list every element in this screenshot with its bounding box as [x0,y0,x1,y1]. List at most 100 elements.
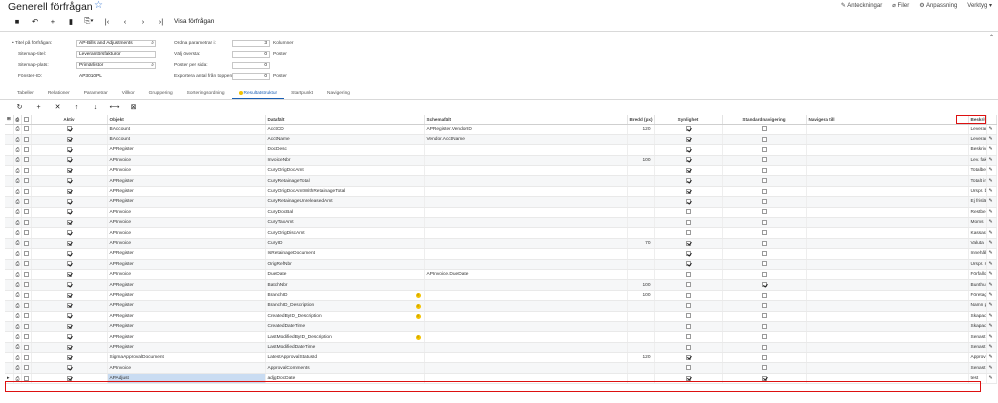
edit-caption-icon[interactable]: ✎ [986,300,997,312]
active-checkbox[interactable] [31,196,108,208]
attachment-icon[interactable]: ⎙ [13,196,22,208]
caption-cell[interactable]: Totalt inn... [968,175,987,187]
caption-cell[interactable]: Beskrivning [968,144,987,156]
edit-caption-icon[interactable]: ✎ [986,175,997,187]
attachment-icon[interactable]: ⎙ [13,227,22,239]
row-select-checkbox[interactable] [21,290,32,302]
object-cell[interactable]: APRegister [107,342,266,354]
caption-cell[interactable]: Senast k... [968,362,987,374]
table-row[interactable]: ⎙ APRegisterIsRetainageDocument Innehålle.… [5,248,997,260]
caption-cell[interactable]: Senast ä... [968,342,987,354]
row-select-checkbox[interactable] [21,165,32,177]
data-field-cell[interactable]: BranchID_Description! [265,300,425,312]
edit-caption-icon[interactable]: ✎ [986,342,997,354]
default-nav-checkbox[interactable] [722,311,807,322]
default-nav-checkbox[interactable] [722,331,807,343]
default-nav-checkbox[interactable] [722,217,807,229]
visible-checkbox[interactable] [654,134,723,146]
object-cell[interactable]: APRegister [107,186,266,198]
visible-checkbox[interactable] [654,227,723,239]
add-row-icon[interactable]: + [29,104,48,111]
caption-cell[interactable]: Namn på ... [968,300,987,312]
active-checkbox[interactable] [31,362,108,374]
attachment-icon[interactable]: ⎙ [13,207,22,219]
row-select-checkbox[interactable] [21,279,32,291]
attachment-icon[interactable]: ⎙ [13,259,22,270]
edit-caption-icon[interactable]: ✎ [986,238,997,250]
data-field-cell[interactable]: DueDate [265,269,425,281]
tab-result-structure[interactable]: Resultatstruktur [231,89,285,99]
edit-caption-icon[interactable]: ✎ [986,155,997,167]
navigate-to-cell[interactable] [806,290,969,302]
table-row[interactable]: ⎙ APRegisterLastModifiedDateTime Senast ä.… [5,342,997,354]
undo-icon[interactable]: ↶ [26,17,44,26]
previous-record-icon[interactable]: ‹ [116,17,134,26]
last-record-icon[interactable]: ›| [152,17,170,26]
fit-columns-icon[interactable]: ⟷ [105,103,124,111]
object-cell[interactable]: APRegister [107,144,266,156]
navigate-to-cell[interactable] [806,165,969,177]
navigate-to-cell[interactable] [806,311,969,322]
default-nav-checkbox[interactable] [722,259,807,270]
object-cell[interactable]: APInvoice [107,155,266,167]
table-row[interactable]: ⎙ APRegister LastModifiedByID_Description!… [5,331,997,343]
visible-checkbox[interactable] [654,144,723,156]
active-checkbox[interactable] [31,269,108,281]
data-field-cell[interactable]: CuryOrigDocAmt [265,165,425,177]
object-cell[interactable]: APRegister [107,311,266,322]
visible-checkbox[interactable] [654,331,723,343]
attachment-icon[interactable]: ⎙ [13,290,22,302]
refresh-icon[interactable]: ↻ [10,103,29,111]
width-cell[interactable] [627,134,655,146]
visible-checkbox[interactable] [654,155,723,167]
active-checkbox[interactable] [31,165,108,177]
attachment-icon[interactable]: ⎙ [13,186,22,198]
copy-paste-icon[interactable]: ⎘▾ [80,16,98,26]
caption-cell[interactable]: Approval... [968,352,987,364]
edit-caption-icon[interactable]: ✎ [986,279,997,291]
table-row[interactable]: ⎙ APRegister CreatedByID_Description! Skapa… [5,311,997,322]
row-select-checkbox[interactable] [21,300,32,312]
active-checkbox[interactable] [31,186,108,198]
edit-caption-icon[interactable]: ✎ [986,144,997,156]
attachment-icon[interactable]: ⎙ [13,217,22,229]
active-checkbox[interactable] [31,227,108,239]
files-link[interactable]: ⌀ Filer [892,2,909,9]
caption-cell[interactable]: Totalbelopp [968,165,987,177]
schema-field-cell[interactable] [424,259,628,270]
schema-field-cell[interactable] [424,144,628,156]
export-excel-icon[interactable]: ⊠ [124,103,143,111]
table-row[interactable]: ▸ ⎙ APAdjust adjgDocDate test ✎ [5,373,997,385]
col-data-field[interactable]: Datafält [265,115,425,125]
schema-field-cell[interactable] [424,155,628,167]
table-row[interactable]: ⎙ BAccount AcctCD APRegister.VendorID 120 Lev… [5,124,997,135]
navigate-to-cell[interactable] [806,300,969,312]
object-cell[interactable]: BAccount [107,134,266,146]
width-cell[interactable]: 120 [627,124,655,135]
active-checkbox[interactable] [31,311,108,322]
schema-field-cell[interactable] [424,290,628,302]
data-field-cell[interactable]: DocDesc [265,144,425,156]
caption-cell[interactable]: Kassarab... [968,227,987,239]
caption-cell[interactable]: Senast ä... [968,331,987,343]
width-cell[interactable] [627,207,655,219]
object-cell[interactable]: APRegister [107,196,266,208]
tab-navigation[interactable]: Navigering [320,89,357,99]
width-cell[interactable] [627,373,655,385]
edit-caption-icon[interactable]: ✎ [986,259,997,270]
table-row[interactable]: ⎙ APRegister CuryOrigDocAmtWithRetainageTo… [5,186,997,198]
table-row[interactable]: ⎙ SigmaApprovalDocument LatestApprovalStat… [5,352,997,364]
default-nav-checkbox[interactable] [722,290,807,302]
active-checkbox[interactable] [31,124,108,135]
attachment-icon[interactable]: ⎙ [13,175,22,187]
col-width[interactable]: Bredd (px) [627,115,655,125]
data-field-cell[interactable]: BranchID! [265,290,425,302]
col-caption[interactable]: Beskrivning [968,115,987,125]
table-row[interactable]: ⎙ APRegisterDocDesc Beskrivning✎ [5,144,997,156]
attachment-icon[interactable]: ⎙ [13,248,22,260]
visible-checkbox[interactable] [654,124,723,135]
active-checkbox[interactable] [31,217,108,229]
navigate-to-cell[interactable] [806,279,969,291]
edit-caption-icon[interactable]: ✎ [986,352,997,364]
navigate-to-cell[interactable] [806,238,969,250]
